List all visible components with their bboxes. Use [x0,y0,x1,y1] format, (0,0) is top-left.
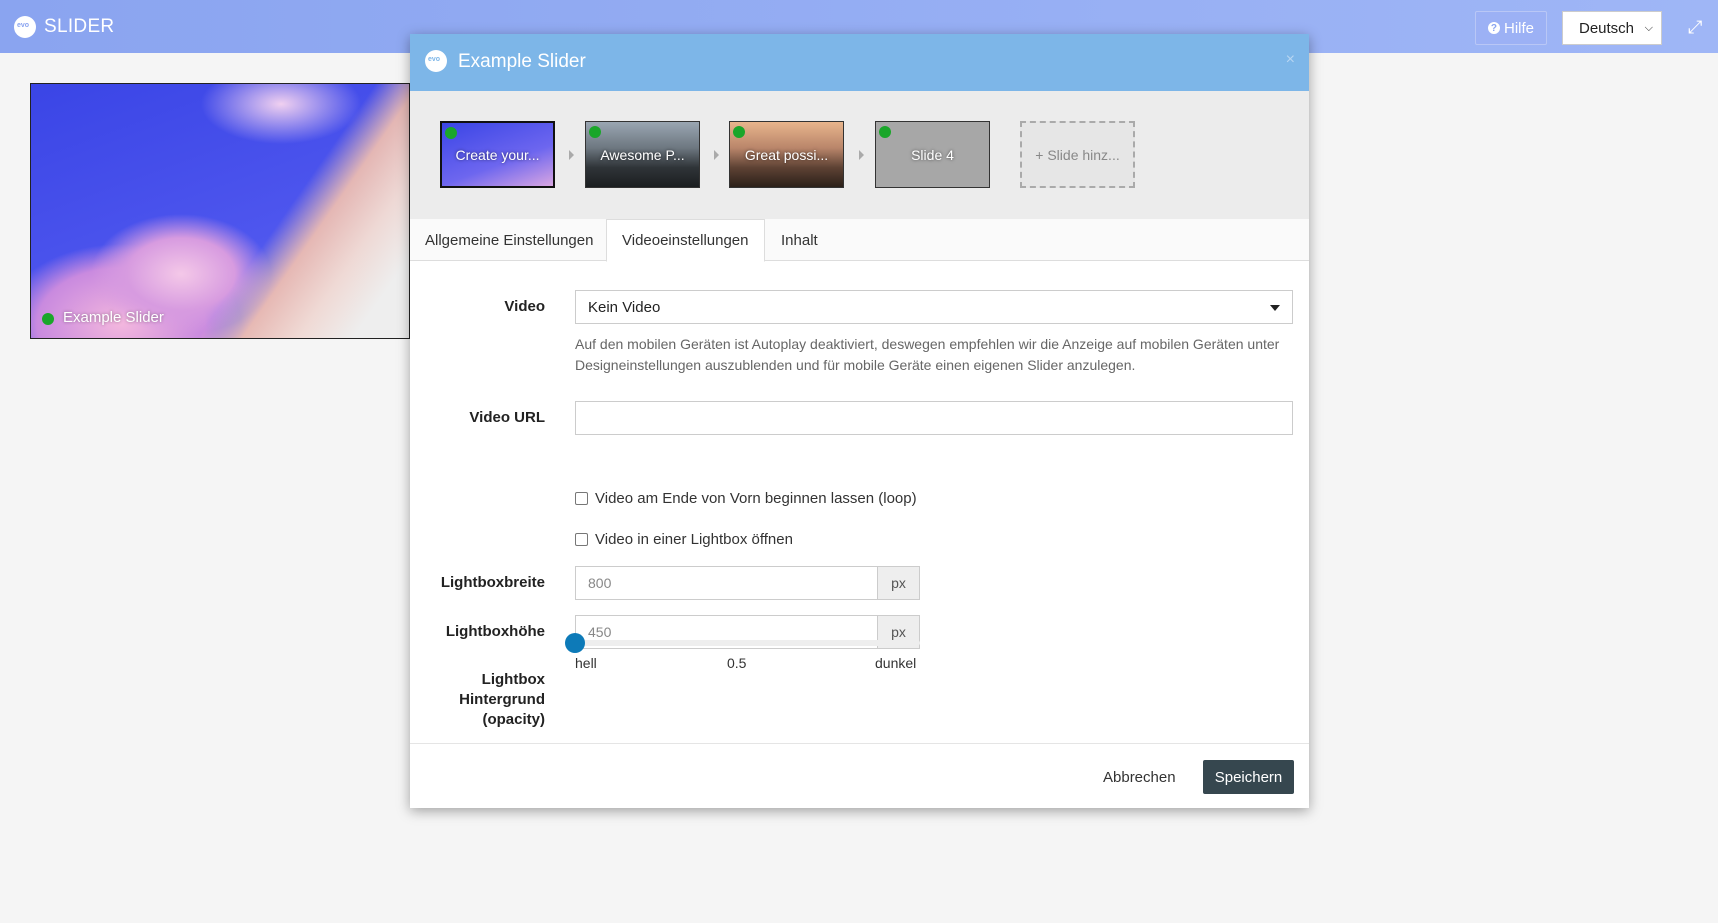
add-slide-label: + Slide hinz... [1035,146,1120,163]
tab-general-settings[interactable]: Allgemeine Einstellungen [410,219,608,261]
opacity-min-label: hell [575,655,597,671]
slide-thumb-2[interactable]: Awesome P... [585,121,700,188]
lightbox-height-label: Lightboxhöhe [445,623,545,640]
loop-label: Video am Ende von Vorn beginnen lassen (… [595,490,917,507]
opacity-max-label: dunkel [875,655,917,671]
loop-checkbox-row[interactable]: Video am Ende von Vorn beginnen lassen (… [575,490,917,507]
slides-bar: Create your... Awesome P... Great possi.… [410,91,1309,219]
lightbox-label: Video in einer Lightbox öffnen [595,531,793,548]
tab-video-settings[interactable]: Videoeinstellungen [606,219,765,262]
video-select[interactable]: Kein Video [575,290,1293,324]
status-dot-icon [42,313,54,325]
chevron-down-icon: ⌵ [1644,22,1653,34]
video-help-text: Auf den mobilen Geräten ist Autoplay dea… [575,336,1280,373]
save-button[interactable]: Speichern [1203,760,1294,794]
language-value: Deutsch [1579,19,1635,37]
app-logo-icon [14,16,36,38]
modal-title: Example Slider [458,51,586,72]
status-dot-icon [879,126,891,138]
arrow-right-icon [569,150,574,160]
arrow-right-icon [714,150,719,160]
video-url-label: Video URL [469,409,545,426]
app-title: SLIDER [44,16,115,37]
opacity-label-line-2: Hintergrund [459,691,545,708]
modal-footer: Abbrechen Speichern [410,743,1309,808]
arrow-right-icon [859,150,864,160]
expand-icon[interactable]: ⤢ [1688,17,1702,38]
add-slide-button[interactable]: + Slide hinz... [1020,121,1135,188]
slider-preview[interactable]: Example Slider [30,83,410,339]
close-icon[interactable]: × [1286,51,1295,69]
status-dot-icon [733,126,745,138]
edit-slider-modal: Example Slider × Create your... Awesome … [410,34,1309,808]
opacity-label-line-1: Lightbox [481,671,545,688]
modal-header: Example Slider × [410,34,1309,91]
slide-label: Slide 4 [911,146,954,163]
modal-logo-icon [425,50,447,72]
video-select-value: Kein Video [588,298,661,316]
help-label: Hilfe [1503,19,1534,37]
slide-thumb-3[interactable]: Great possi... [729,121,844,188]
slide-label: Create your... [455,146,540,163]
help-button[interactable]: ? Hilfe [1475,11,1547,45]
lightbox-width-group: 800 px [575,566,920,600]
settings-tabs: Allgemeine Einstellungen Videoeinstellun… [410,219,1309,262]
slide-thumb-1[interactable]: Create your... [440,121,555,188]
language-select[interactable]: Deutsch ⌵ [1562,11,1662,45]
video-url-input[interactable] [575,401,1293,435]
question-icon: ? [1487,22,1500,34]
slide-label: Awesome P... [600,146,685,163]
slide-label: Great possi... [744,146,829,163]
lightbox-checkbox-row[interactable]: Video in einer Lightbox öffnen [575,531,793,548]
lightbox-width-unit: px [878,566,920,600]
opacity-label-line-3: (opacity) [482,711,545,728]
caret-down-icon [1270,305,1280,311]
status-dot-icon [589,126,601,138]
tab-content[interactable]: Inhalt [766,219,833,261]
status-dot-icon [445,127,457,139]
preview-label: Example Slider [63,309,164,326]
video-label: Video [504,298,545,315]
lightbox-width-input[interactable]: 800 [575,566,878,600]
opacity-mid-label: 0.5 [727,655,747,671]
lightbox-checkbox[interactable] [575,533,588,546]
slide-thumb-4[interactable]: Slide 4 [875,121,990,188]
cancel-button[interactable]: Abbrechen [1103,761,1176,794]
opacity-slider-track[interactable] [575,640,920,646]
opacity-slider-handle[interactable] [565,633,585,653]
loop-checkbox[interactable] [575,492,588,505]
lightbox-width-label: Lightboxbreite [440,574,545,591]
